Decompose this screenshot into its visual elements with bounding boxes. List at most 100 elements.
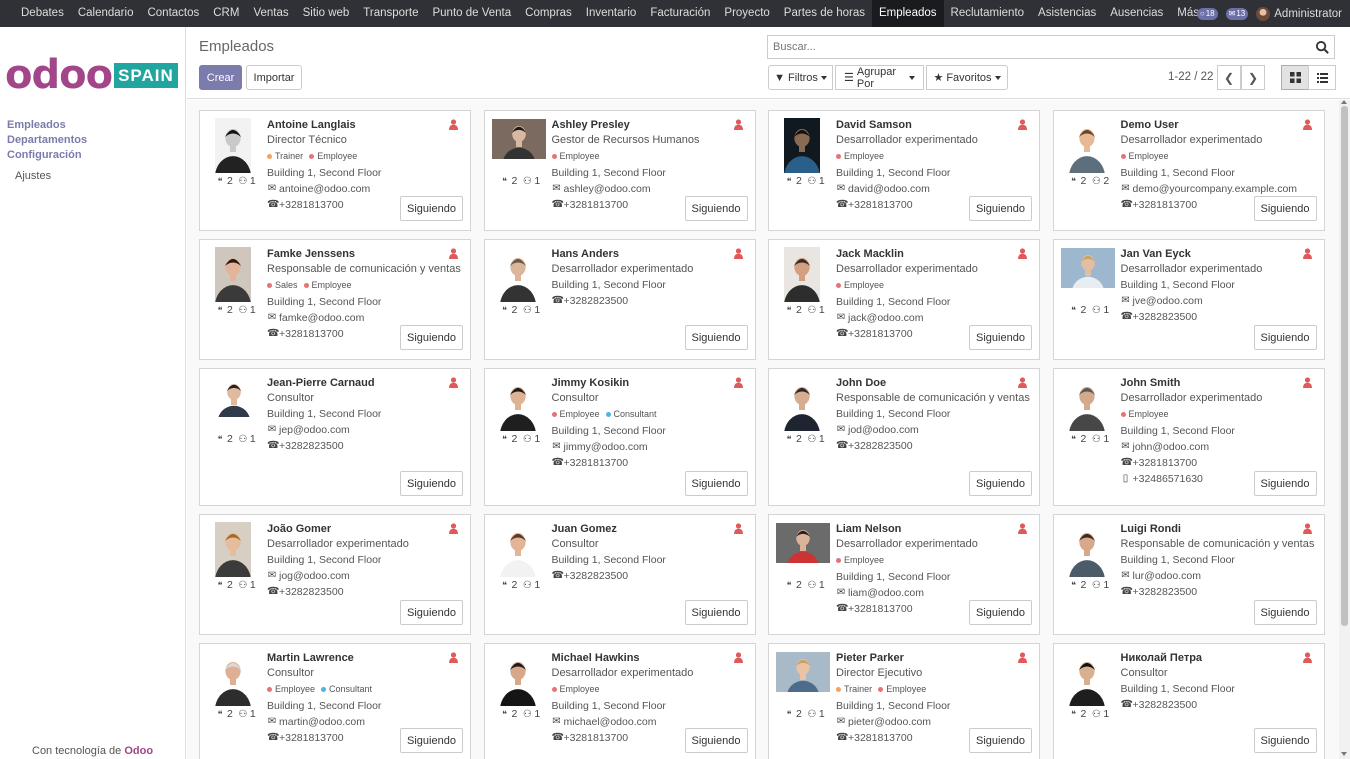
scroll-down-icon[interactable] [1341,752,1347,756]
create-button[interactable]: Crear [199,65,242,90]
filters-button[interactable]: ▼ Filtros [768,65,833,90]
follow-button[interactable]: Siguiendo [684,600,748,625]
employee-card[interactable]: ❝ 2 ⚇ 1 Juan Gomez Consultor Building 1, Secon… [483,514,756,635]
menu-item-ausencias[interactable]: Ausencias [1103,0,1170,27]
follow-button[interactable]: Siguiendo [969,196,1032,221]
work-email[interactable]: ✉ ashley@odoo.com [552,181,749,197]
employee-photo[interactable] [784,247,820,327]
follow-button[interactable]: Siguiendo [684,325,748,350]
import-button[interactable]: Importar [246,65,302,90]
work-phone[interactable]: ☎ +3282823500 [267,584,464,600]
employee-name[interactable]: Hans Anders [552,247,749,261]
search-input[interactable] [768,36,1298,58]
employee-photo[interactable] [776,523,830,583]
sidebar-item-departamentos[interactable]: Departamentos [7,133,87,148]
employee-card[interactable]: ❝ 2 ⚇ 1 Jack Macklin Desarrollador experiment… [768,239,1040,360]
employee-photo[interactable] [499,522,536,602]
follow-button[interactable]: Siguiendo [969,325,1032,350]
work-phone[interactable]: ☎ +3282823500 [267,438,464,454]
employee-photo[interactable] [499,247,536,327]
employee-card[interactable]: ❝ 2 ⚇ 1 Pieter Parker Director Ejecutivo Train… [768,643,1040,759]
follow-button[interactable]: Siguiendo [1253,325,1317,350]
work-email[interactable]: ✉ jack@odoo.com [836,310,1033,326]
work-email[interactable]: ✉ jod@odoo.com [836,422,1033,438]
employee-name[interactable]: Ashley Presley [552,118,749,132]
menu-item-compras[interactable]: Compras [518,0,579,27]
follow-button[interactable]: Siguiendo [400,196,463,221]
scroll-up-icon[interactable] [1341,100,1347,104]
employee-name[interactable]: Michael Hawkins [552,651,749,665]
sidebar-item-configuracion[interactable]: Configuración [7,148,87,163]
menu-item-sitio-web[interactable]: Sitio web [296,0,357,27]
employee-card[interactable]: ❝ 2 ⚇ 1 Famke Jenssens Responsable de comunic… [199,239,471,360]
employee-photo[interactable] [207,377,261,437]
employee-photo[interactable] [215,651,251,731]
work-email[interactable]: ✉ david@odoo.com [836,181,1033,197]
work-email[interactable]: ✉ jimmy@odoo.com [552,439,749,455]
work-phone[interactable]: ☎ +3282823500 [1121,584,1318,600]
employee-name[interactable]: Demo User [1121,118,1318,132]
scrollbar[interactable] [1339,100,1350,759]
follow-button[interactable]: Siguiendo [684,196,748,221]
employee-photo[interactable] [1068,118,1105,198]
favorites-button[interactable]: ★ Favoritos [926,65,1008,90]
user-menu[interactable]: Administrator [1256,6,1342,21]
work-phone[interactable]: ☎ +3282823500 [552,568,749,584]
employee-card[interactable]: ❝ 2 ⚇ 1 John Smith Desarrollador experimentad… [1052,368,1325,506]
kanban-view-button[interactable] [1281,65,1309,90]
employee-photo[interactable] [776,652,830,712]
messages-indicator[interactable]: ○ 18 [1196,7,1218,20]
employee-card[interactable]: ❝ 2 ⚇ 1 Martin Lawrence Consultor Employee Cons… [199,643,471,759]
sidebar-item-ajustes[interactable]: Ajustes [7,169,87,184]
employee-name[interactable]: Liam Nelson [836,522,1033,536]
follow-button[interactable]: Siguiendo [400,325,463,350]
employee-card[interactable]: ❝ 2 ⚇ 2 Demo User Desarrollador experimentado… [1052,110,1325,231]
employee-name[interactable]: David Samson [836,118,1033,132]
employee-photo[interactable] [1060,248,1115,308]
employee-name[interactable]: John Doe [836,376,1033,390]
employee-name[interactable]: Antoine Langlais [267,118,464,132]
follow-button[interactable]: Siguiendo [1253,196,1317,221]
employee-name[interactable]: John Smith [1121,376,1318,390]
work-phone[interactable]: ☎ +3281813700 [1121,455,1318,471]
employee-card[interactable]: ❝ 2 ⚇ 1 Luigi Rondi Responsable de comunicaci… [1052,514,1325,635]
work-email[interactable]: ✉ jep@odoo.com [267,422,464,438]
employee-photo[interactable] [1068,376,1105,456]
menu-item-inventario[interactable]: Inventario [579,0,644,27]
company-logo[interactable]: odoo SPAIN [5,55,178,95]
work-email[interactable]: ✉ antoine@odoo.com [267,181,464,197]
follow-button[interactable]: Siguiendo [400,728,463,753]
employee-name[interactable]: João Gomer [267,522,464,536]
menu-item-empleados[interactable]: Empleados [871,0,944,27]
work-email[interactable]: ✉ jog@odoo.com [267,568,464,584]
employee-photo[interactable] [215,522,251,602]
employee-name[interactable]: Николай Петра [1121,651,1318,665]
list-view-button[interactable] [1308,65,1336,90]
employee-name[interactable]: Martin Lawrence [267,651,464,665]
employee-card[interactable]: ❝ 2 ⚇ 1 David Samson Desarrollador experiment… [768,110,1040,231]
employee-card[interactable]: ❝ 2 ⚇ 1 João Gomer Desarrollador experimentad… [199,514,471,635]
work-phone[interactable]: ☎ +3281813700 [552,455,749,471]
employee-name[interactable]: Jimmy Kosikin [552,376,749,390]
work-phone[interactable]: ☎ +3282823500 [552,293,749,309]
pager-previous-button[interactable]: ❮ [1217,65,1241,90]
employee-card[interactable]: ❝ 2 ⚇ 1 Liam Nelson Desarrollador experimenta… [768,514,1040,635]
pager-value[interactable]: 1-22 / 22 [1168,71,1213,83]
work-email[interactable]: ✉ famke@odoo.com [267,310,464,326]
employee-photo[interactable] [215,118,251,198]
employee-photo[interactable] [784,376,820,456]
follow-button[interactable]: Siguiendo [1253,600,1317,625]
menu-item-asistencias[interactable]: Asistencias [1031,0,1103,27]
employee-name[interactable]: Pieter Parker [836,651,1033,665]
employee-card[interactable]: ❝ 2 ⚇ 1 Hans Anders Desarrollador experimenta… [483,239,756,360]
employee-card[interactable]: ❝ 2 ⚇ 1 Jean-Pierre Carnaud Consultor Building… [199,368,471,506]
pager-next-button[interactable]: ❯ [1241,65,1265,90]
employee-card[interactable]: ❝ 2 ⚇ 1 Николай Петра Consultor Building 1, Se… [1052,643,1325,759]
employee-photo[interactable] [499,651,536,731]
employee-card[interactable]: ❝ 2 ⚇ 1 Michael Hawkins Desarrollador experim… [483,643,756,759]
work-email[interactable]: ✉ lur@odoo.com [1121,568,1318,584]
follow-button[interactable]: Siguiendo [969,471,1032,496]
employee-name[interactable]: Juan Gomez [552,522,749,536]
menu-item-proyecto[interactable]: Proyecto [717,0,776,27]
employee-name[interactable]: Jack Macklin [836,247,1033,261]
